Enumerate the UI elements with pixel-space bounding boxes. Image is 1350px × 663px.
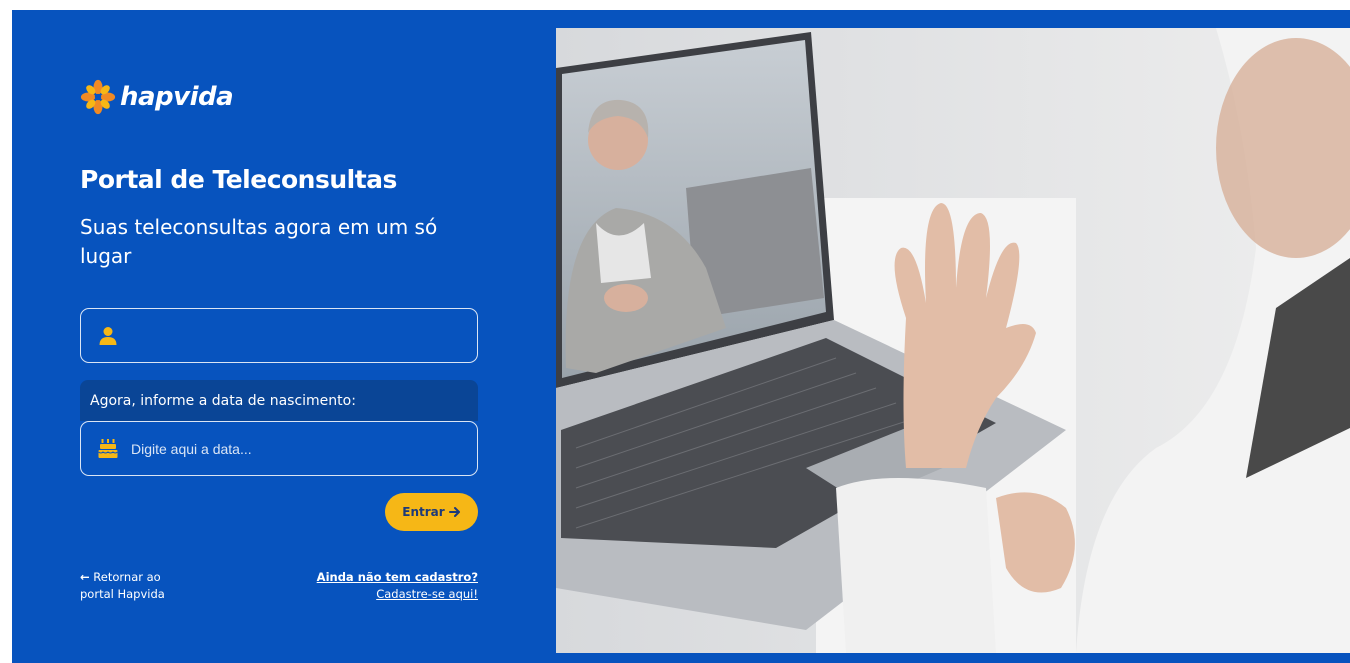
login-page: hapvida Portal de Teleconsultas Suas tel…: [12, 10, 1350, 663]
page-title: Portal de Teleconsultas: [80, 165, 397, 194]
brand-name: hapvida: [120, 82, 234, 112]
birth-date-input[interactable]: [131, 440, 461, 457]
entrar-button[interactable]: Entrar: [385, 493, 478, 531]
arrow-left-icon: ←: [80, 570, 90, 584]
birthday-cake-icon: [97, 438, 119, 460]
teleconsultation-illustration: [556, 28, 1350, 653]
flower-logo-icon: [80, 79, 116, 115]
hero-photo: [556, 28, 1350, 653]
back-link-line2: portal Hapvida: [80, 587, 165, 601]
signup-action-link[interactable]: Cadastre-se aqui!: [317, 586, 478, 603]
user-icon: [97, 325, 119, 347]
page-subtitle: Suas teleconsultas agora em um só lugar: [80, 215, 438, 268]
back-to-portal-link[interactable]: ← Retornar ao portal Hapvida: [80, 569, 190, 603]
signup-block: Ainda não tem cadastro? Cadastre-se aqui…: [317, 569, 478, 603]
signup-question-link[interactable]: Ainda não tem cadastro?: [317, 569, 478, 586]
hapvida-logo: hapvida: [80, 77, 234, 117]
entrar-label: Entrar: [402, 505, 445, 519]
arrow-right-icon: [448, 507, 460, 517]
back-link-line1: Retornar ao: [93, 570, 161, 584]
user-input[interactable]: [131, 327, 461, 344]
user-field[interactable]: [80, 308, 478, 363]
birth-date-label: Agora, informe a data de nascimento:: [80, 380, 478, 421]
birth-date-field[interactable]: [80, 421, 478, 476]
